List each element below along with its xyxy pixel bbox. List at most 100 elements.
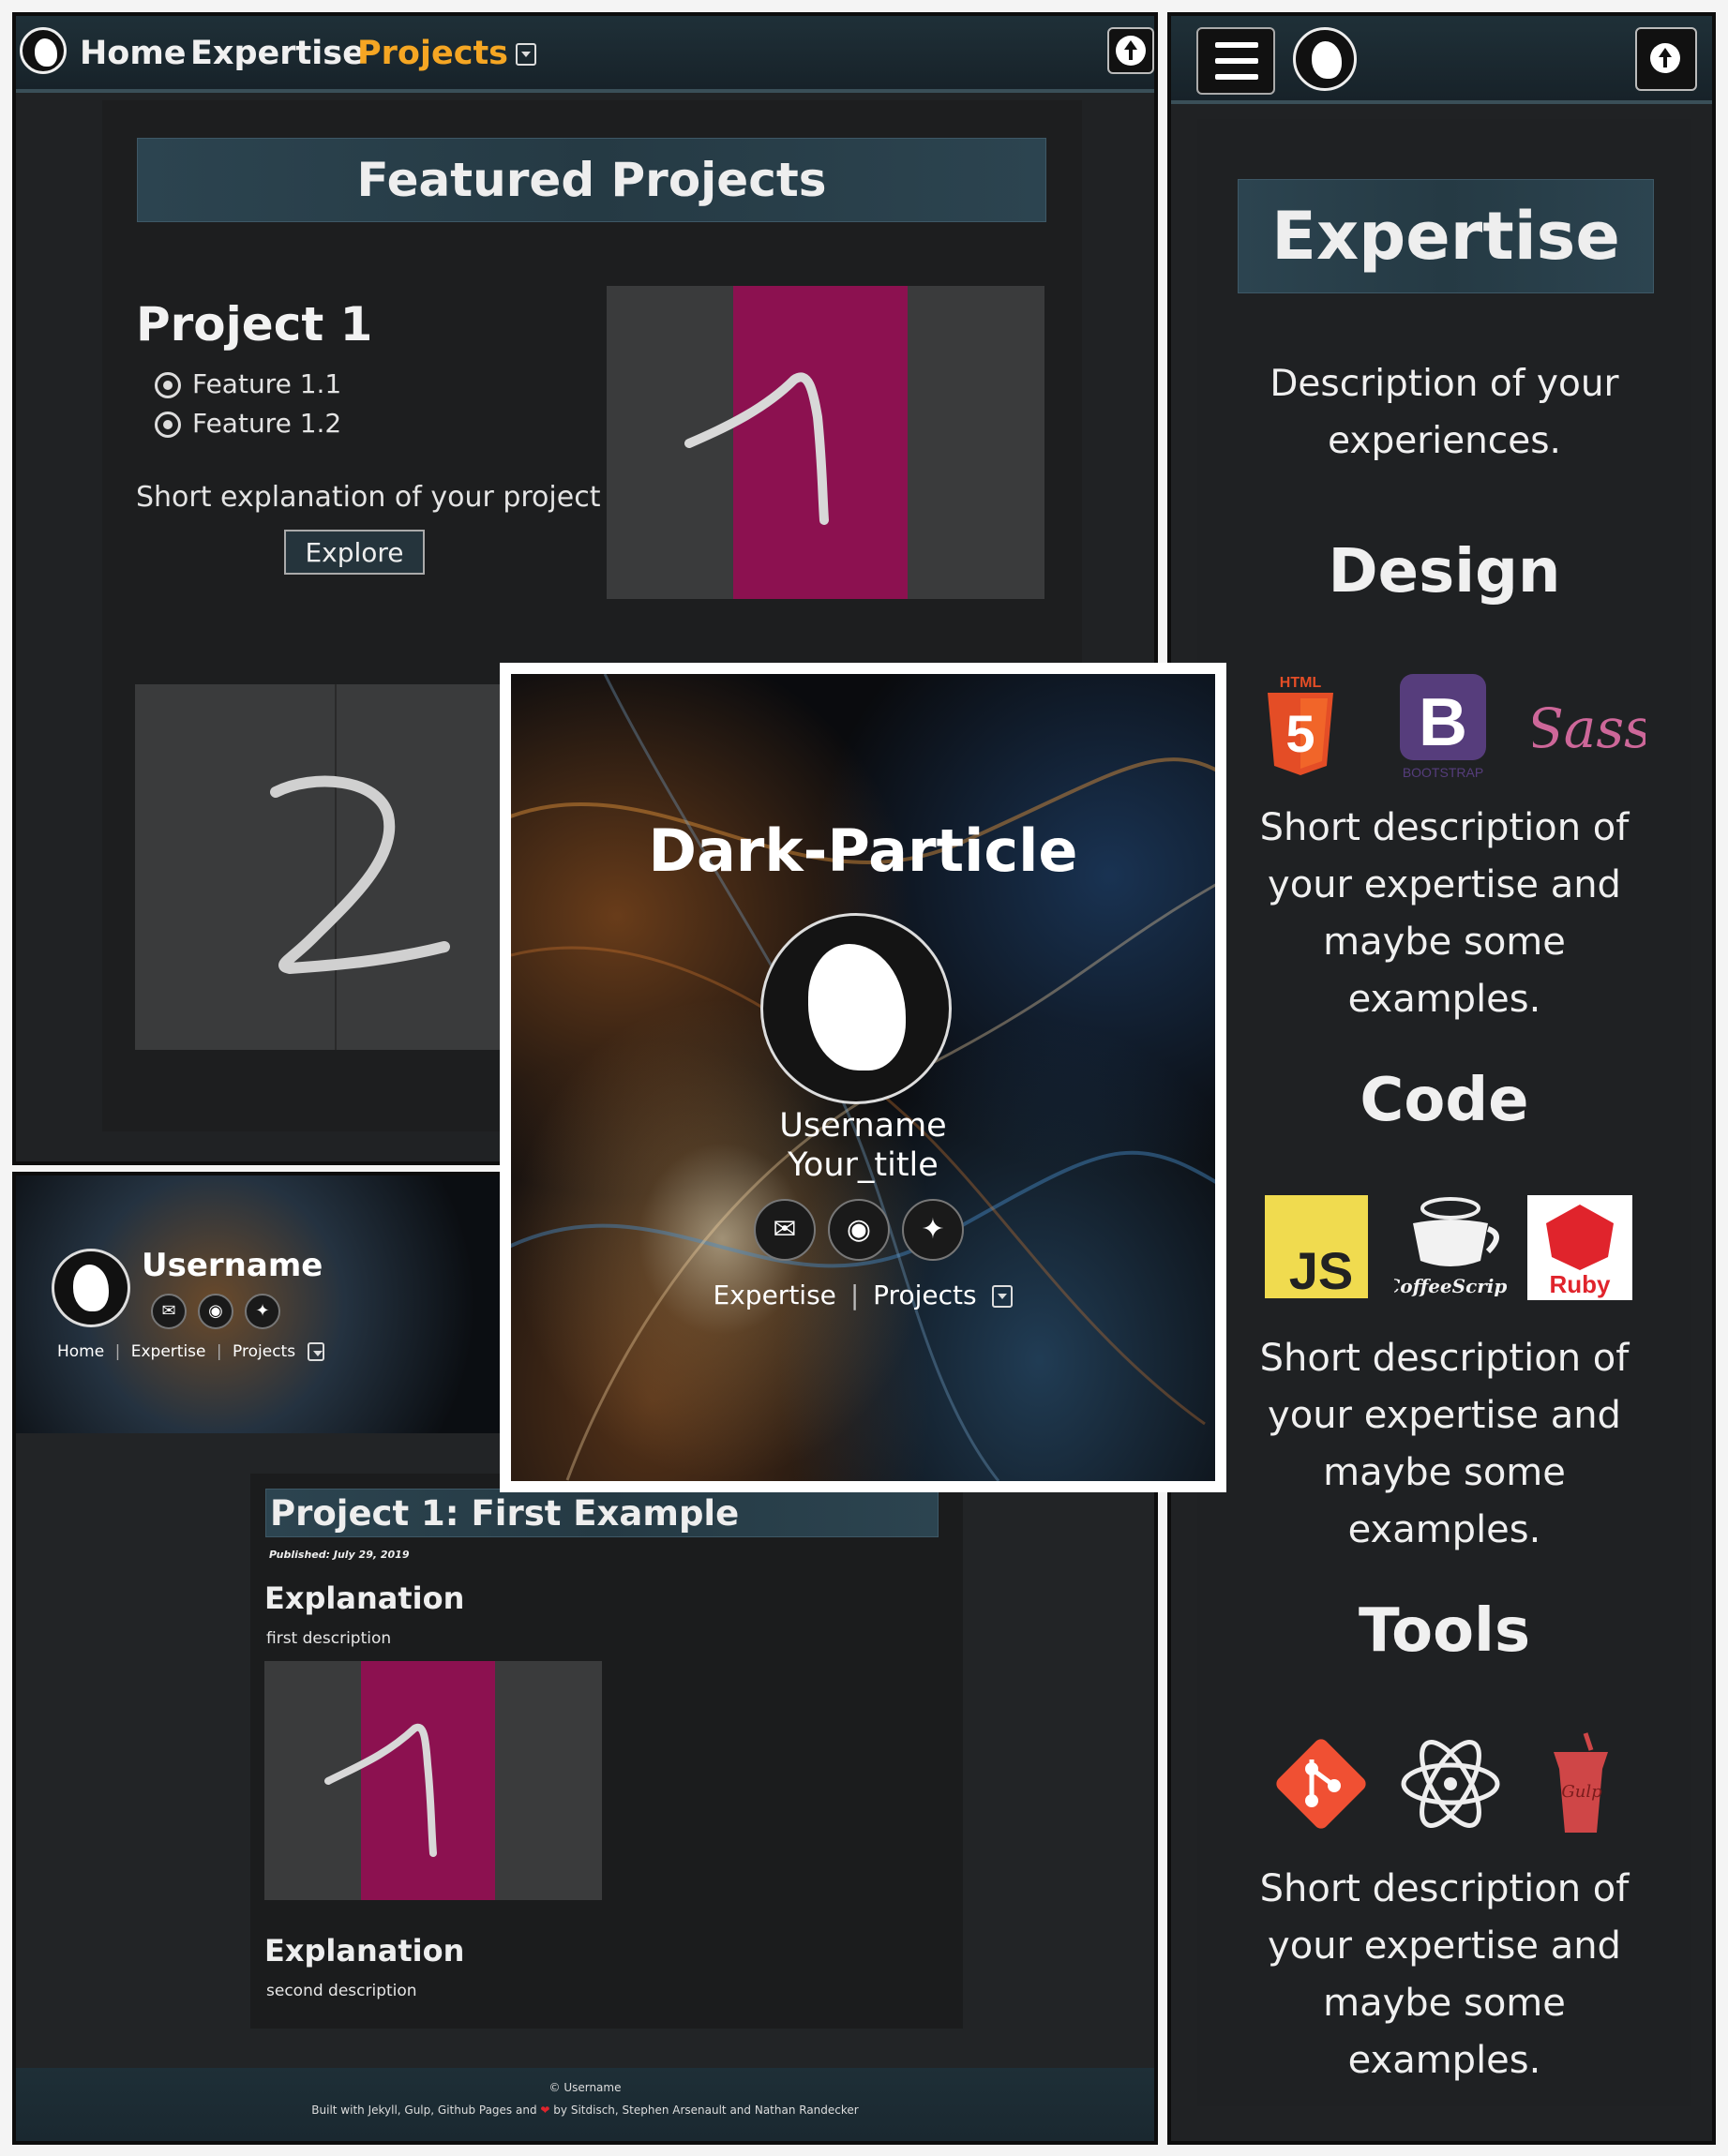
nav-expertise-link[interactable]: Expertise (131, 1342, 206, 1361)
projects-navbar: Home Expertise Projects (16, 16, 1154, 93)
expertise-navbar (1171, 16, 1712, 104)
nav-expertise-link[interactable]: Expertise (190, 35, 365, 72)
html5-logo: HTML 5 (1268, 675, 1333, 775)
radio-bullet-icon (155, 412, 181, 438)
site-title: Dark-Particle (648, 816, 1078, 885)
expertise-content: Expertise Description of your experience… (1197, 119, 1691, 2106)
hero-username: Username (779, 1107, 947, 1145)
sass-logo: Sass (1533, 696, 1645, 760)
avatar[interactable] (52, 1249, 130, 1327)
silhouette-icon (808, 944, 906, 1071)
digit-one-drawing (684, 372, 829, 525)
project1-description: Short explanation of your project (136, 481, 601, 514)
particle-background-image: Dark-Particle Username Your_title ✉ ◉ ✦ … (511, 674, 1215, 1481)
svg-text:B: B (1419, 685, 1467, 760)
tools-logos: Gulp (1197, 1731, 1691, 1844)
hero-expertise-link[interactable]: Expertise (714, 1280, 836, 1310)
avatar-logo-icon[interactable] (20, 27, 67, 74)
code-description: Short description of your expertise and … (1259, 1337, 1630, 1551)
github-icon[interactable]: ◉ (828, 1199, 890, 1261)
footer-credits: Built with Jekyll, Gulp, Github Pages an… (16, 2094, 1154, 2117)
section-text: first description (266, 1629, 392, 1648)
ruby-logo: Ruby (1527, 1195, 1632, 1300)
hero-user-title: Your_title (788, 1146, 939, 1184)
atom-logo (1401, 1740, 1500, 1828)
scroll-top-button[interactable] (1635, 27, 1697, 91)
design-logos: HTML 5 B BOOTSTRAP Sass (1197, 672, 1691, 785)
code-heading: Code (1360, 1066, 1529, 1135)
section-heading: Explanation (264, 1580, 465, 1616)
bootstrap-logo: B BOOTSTRAP (1400, 674, 1486, 780)
expertise-heading: Expertise (1238, 179, 1654, 293)
svg-text:BOOTSTRAP: BOOTSTRAP (1403, 765, 1483, 780)
design-description: Short description of your expertise and … (1259, 806, 1630, 1021)
project2-image[interactable] (135, 684, 529, 1050)
nav-home-link[interactable]: Home (80, 35, 187, 72)
published-date: Published: July 29, 2019 (269, 1549, 410, 1561)
post-image (264, 1661, 602, 1900)
nav-projects-link[interactable]: Projects (233, 1342, 295, 1361)
nav-projects-dropdown[interactable]: Projects (357, 35, 537, 72)
design-heading: Design (1328, 537, 1561, 606)
avatar[interactable] (760, 913, 952, 1104)
digit-one-drawing (324, 1723, 437, 1857)
featured-projects-heading: Featured Projects (137, 138, 1046, 222)
svg-text:HTML: HTML (1280, 675, 1322, 691)
tools-heading: Tools (1358, 1596, 1531, 1666)
nav-projects-label: Projects (357, 35, 509, 72)
project1-image[interactable] (607, 286, 1044, 599)
header-background-image: Username ✉ ◉ ✦ Home | Expertise | Projec… (16, 1175, 513, 1433)
avatar-logo-icon[interactable] (1293, 27, 1357, 91)
footer-credits-suffix: by Sitdisch, Stephen Arsenault and Natha… (553, 2104, 859, 2117)
header-nav: Home | Expertise | Projects (57, 1342, 325, 1361)
hamburger-menu-button[interactable] (1196, 27, 1275, 95)
feature-label: Feature 1.1 (192, 368, 342, 399)
svg-text:CoffeeScript: CoffeeScript (1394, 1275, 1507, 1297)
tools-description: Short description of your expertise and … (1259, 1867, 1630, 2082)
github-icon[interactable]: ◉ (198, 1294, 233, 1329)
arrow-up-icon (1116, 36, 1146, 66)
caret-down-icon (516, 43, 537, 66)
digit-two-drawing (270, 775, 450, 975)
gulp-logo: Gulp (1554, 1732, 1608, 1833)
post-title: Project 1: First Example (265, 1489, 939, 1537)
nav-home-link[interactable]: Home (57, 1342, 104, 1361)
feature-item: Feature 1.1 (155, 368, 341, 399)
explore-button[interactable]: Explore (284, 530, 425, 575)
hero-nav: Expertise | Projects (511, 1280, 1215, 1310)
twitter-icon[interactable]: ✦ (902, 1199, 964, 1261)
expertise-intro: Description of your experiences. (1270, 363, 1619, 462)
svg-text:JS: JS (1289, 1241, 1354, 1300)
hero-projects-link[interactable]: Projects (873, 1280, 976, 1310)
header-username: Username (142, 1247, 323, 1284)
hamburger-icon (1215, 42, 1258, 48)
caret-down-icon[interactable] (992, 1285, 1014, 1308)
svg-text:Ruby: Ruby (1550, 1270, 1612, 1298)
feature-item: Feature 1.2 (155, 408, 341, 439)
coffeescript-logo: CoffeeScript (1394, 1197, 1507, 1297)
post-card: Project 1: First Example Published: July… (250, 1474, 963, 2029)
caret-down-icon[interactable] (308, 1342, 325, 1361)
scroll-top-button[interactable] (1107, 27, 1154, 74)
footer-copyright: © Username (548, 2081, 622, 2094)
heart-icon: ❤ (540, 2104, 550, 2117)
javascript-logo: JS (1265, 1195, 1368, 1300)
svg-text:Gulp: Gulp (1561, 1782, 1602, 1802)
landing-page-screenshot: Dark-Particle Username Your_title ✉ ◉ ✦ … (500, 663, 1226, 1492)
git-logo (1276, 1739, 1366, 1829)
svg-text:5: 5 (1285, 704, 1315, 763)
envelope-icon[interactable]: ✉ (151, 1294, 187, 1329)
footer: © Username Built with Jekyll, Gulp, Gith… (16, 2068, 1154, 2141)
code-logos: JS CoffeeScript Ruby (1197, 1195, 1691, 1308)
arrow-up-icon (1650, 43, 1680, 73)
svg-text:Sass: Sass (1533, 696, 1645, 760)
radio-bullet-icon (155, 372, 181, 398)
envelope-icon[interactable]: ✉ (754, 1199, 816, 1261)
expertise-page-screenshot: Expertise Description of your experience… (1167, 12, 1716, 2145)
project1-title: Project 1 (136, 297, 373, 352)
twitter-icon[interactable]: ✦ (245, 1294, 280, 1329)
section-heading: Explanation (264, 1933, 465, 1969)
footer-credits-prefix: Built with Jekyll, Gulp, Github Pages an… (311, 2104, 537, 2117)
section-text: second description (266, 1982, 417, 2000)
feature-label: Feature 1.2 (192, 408, 342, 439)
